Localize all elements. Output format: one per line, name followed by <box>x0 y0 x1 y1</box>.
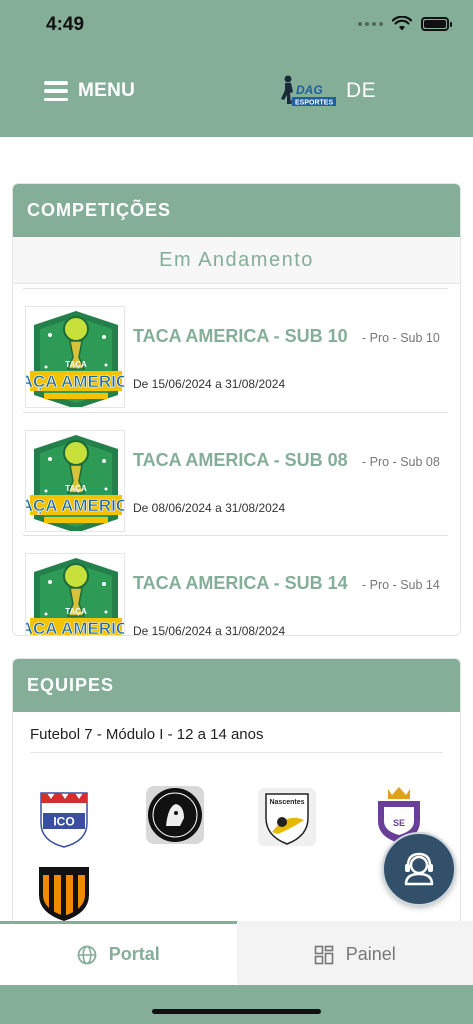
menu-button[interactable]: MENU <box>44 80 135 102</box>
status-time: 4:49 <box>46 14 85 35</box>
competition-logo: TAÇA TAÇA AMERICA <box>25 553 125 636</box>
competitions-list: TAÇA TAÇA AMERICA TACA AMERICA - SUB 10 … <box>13 288 460 636</box>
brand-logo: DAG ESPORTES <box>281 75 336 107</box>
competition-item[interactable]: TAÇA TAÇA AMERICA TACA AMERICA - SUB 08 … <box>23 412 448 532</box>
bottom-bar <box>0 985 473 1024</box>
brand: DAG ESPORTES DE <box>280 74 376 108</box>
team-logo-ico[interactable]: ICO <box>35 789 93 849</box>
competition-dates: De 08/06/2024 a 31/08/2024 <box>133 501 286 515</box>
competition-logo: TAÇA TAÇA AMERICA <box>25 430 125 532</box>
bottom-tab-bar: Portal Painel <box>0 921 473 985</box>
svg-text:DAG: DAG <box>296 83 323 97</box>
competition-category: - Pro - Sub 14 <box>362 578 440 592</box>
competition-item[interactable]: TAÇA TAÇA AMERICA TACA AMERICA - SUB 14 … <box>23 535 448 636</box>
menu-label: MENU <box>78 80 136 101</box>
support-agent-icon <box>404 852 434 886</box>
signal-icon <box>358 21 383 26</box>
brand-suffix: DE <box>346 79 377 102</box>
competition-dates: De 15/06/2024 a 31/08/2024 <box>133 377 286 391</box>
grid-icon <box>314 945 334 964</box>
competitions-title: COMPETIÇÕES <box>13 184 460 237</box>
svg-text:TAÇA: TAÇA <box>65 484 87 493</box>
competition-dates: De 15/06/2024 a 31/08/2024 <box>133 624 286 636</box>
team-logo-orange-stripes[interactable] <box>35 863 93 923</box>
competition-item[interactable]: TAÇA TAÇA AMERICA TACA AMERICA - SUB 10 … <box>23 288 448 408</box>
competition-title[interactable]: TACA AMERICA - SUB 08 <box>133 450 348 471</box>
svg-text:TAÇA AMERICA: TAÇA AMERICA <box>26 496 125 515</box>
competition-logo: TAÇA TAÇA AMERICA <box>25 306 125 408</box>
hamburger-icon <box>44 81 68 101</box>
status-icons <box>358 16 452 31</box>
team-module-label[interactable]: Futebol 7 - Módulo I - 12 a 14 anos <box>30 726 443 753</box>
team-logo-soccer-club[interactable] <box>146 786 204 846</box>
svg-text:ICO: ICO <box>53 815 74 829</box>
competition-title[interactable]: TACA AMERICA - SUB 14 <box>133 573 348 594</box>
svg-text:ESPORTES: ESPORTES <box>295 100 333 107</box>
competitions-card: COMPETIÇÕES Em Andamento TAÇA TAÇA AMERI… <box>12 183 461 636</box>
app-header: 4:49 MENU DAG ESPORTES DE <box>0 0 473 137</box>
team-logo-nascentes[interactable]: Nascentes <box>258 788 316 848</box>
svg-text:TAÇA AMERICA: TAÇA AMERICA <box>26 372 125 391</box>
competitions-filter: Em Andamento <box>13 237 460 284</box>
globe-icon <box>77 945 97 964</box>
tab-painel-label: Painel <box>345 944 396 964</box>
svg-text:TAÇA: TAÇA <box>65 607 87 616</box>
svg-text:TAÇA AMERICA: TAÇA AMERICA <box>26 619 125 636</box>
competition-category: - Pro - Sub 08 <box>362 455 440 469</box>
svg-text:Nascentes: Nascentes <box>269 799 304 806</box>
svg-text:TAÇA: TAÇA <box>65 360 87 369</box>
tab-portal-label: Portal <box>108 944 160 964</box>
tab-portal[interactable]: Portal <box>0 921 237 985</box>
tab-painel[interactable]: Painel <box>236 921 473 985</box>
home-indicator[interactable] <box>152 1009 321 1014</box>
battery-icon <box>421 16 452 31</box>
competition-category: - Pro - Sub 10 <box>362 331 440 345</box>
svg-text:SE: SE <box>393 818 405 828</box>
teams-title: EQUIPES <box>13 659 460 712</box>
competition-title[interactable]: TACA AMERICA - SUB 10 <box>133 326 348 347</box>
wifi-icon <box>392 16 412 31</box>
support-button[interactable] <box>382 832 456 906</box>
